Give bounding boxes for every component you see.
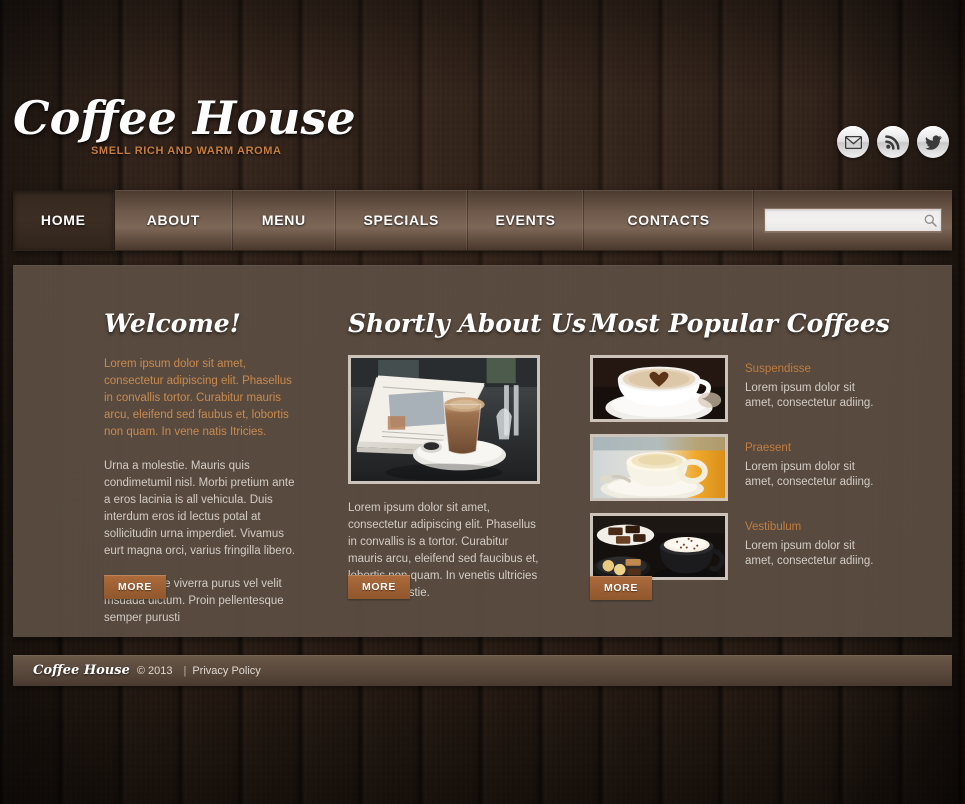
nav-item-about[interactable]: ABOUT (115, 190, 234, 250)
list-item: Vestibulum Lorem ipsum dolor sit amet, c… (590, 513, 890, 580)
main-navigation: HOME ABOUT MENU SPECIALS EVENTS CONTACTS (13, 190, 952, 251)
search-icon[interactable] (922, 212, 938, 228)
coffee-photo-2 (590, 434, 728, 501)
site-header: Coffee House SMELL RICH AND WARM AROMA (0, 0, 965, 190)
list-item: Suspendisse Lorem ipsum dolor sit amet, … (590, 355, 890, 422)
logo-tagline: SMELL RICH AND WARM AROMA (91, 145, 282, 157)
social-links (837, 126, 949, 158)
list-item: Praesent Lorem ipsum dolor sit amet, con… (590, 434, 890, 501)
footer-separator: | (183, 664, 187, 677)
search-box (764, 208, 942, 232)
welcome-intro: Lorem ipsum dolor sit amet, consectetur … (104, 358, 292, 438)
nav-item-events[interactable]: EVENTS (468, 190, 585, 250)
footer-copyright: © 2013 (136, 664, 173, 677)
twitter-icon[interactable] (917, 126, 949, 158)
about-more-button[interactable]: MORE (348, 575, 410, 599)
welcome-heading: Welcome! (104, 309, 241, 338)
site-footer: Coffee House © 2013 | Privacy Policy (13, 655, 952, 686)
coffee-text-3: Vestibulum Lorem ipsum dolor sit amet, c… (745, 513, 875, 580)
search-cell (754, 190, 952, 250)
site-logo[interactable]: Coffee House SMELL RICH AND WARM AROMA (13, 92, 356, 157)
search-input[interactable] (764, 208, 942, 232)
nav-item-menu[interactable]: MENU (233, 190, 336, 250)
about-heading: Shortly About Us (348, 309, 587, 338)
mail-icon[interactable] (837, 126, 869, 158)
nav-item-specials[interactable]: SPECIALS (336, 190, 468, 250)
logo-title: Coffee House (13, 91, 356, 145)
column-coffees: Most Popular Coffees Suspendisse Lorem i… (590, 309, 890, 592)
coffee-photo-3 (590, 513, 728, 580)
coffee-title-1: Suspendisse (745, 363, 811, 375)
column-about: Shortly About Us Lorem ipsum dolor sit a… (348, 309, 587, 602)
welcome-more-button[interactable]: MORE (104, 575, 166, 599)
coffee-photo-1 (590, 355, 728, 422)
page-root: Coffee House SMELL RICH AND WARM AROMA H… (0, 0, 965, 804)
coffees-more-button[interactable]: MORE (590, 576, 652, 600)
footer-logo: Coffee House (33, 663, 130, 678)
about-photo (348, 355, 540, 484)
nav-item-contacts[interactable]: CONTACTS (584, 190, 754, 250)
coffee-title-2: Praesent (745, 442, 792, 454)
coffees-heading: Most Popular Coffees (590, 309, 890, 338)
welcome-paragraph-1: Urna a molestie. Mauris quis condimetumi… (104, 460, 296, 557)
rss-icon[interactable] (877, 126, 909, 158)
content-panel: Welcome! Lorem ipsum dolor sit amet, con… (13, 265, 952, 637)
coffee-text-1: Suspendisse Lorem ipsum dolor sit amet, … (745, 355, 875, 422)
coffee-desc-1: Lorem ipsum dolor sit amet, consectetur … (745, 382, 874, 409)
coffee-title-3: Vestibulum (745, 521, 802, 533)
coffee-text-2: Praesent Lorem ipsum dolor sit amet, con… (745, 434, 875, 501)
coffee-desc-3: Lorem ipsum dolor sit amet, consectetur … (745, 540, 874, 567)
coffee-desc-2: Lorem ipsum dolor sit amet, consectetur … (745, 461, 874, 488)
privacy-policy-link[interactable]: Privacy Policy (192, 665, 260, 677)
nav-item-home[interactable]: HOME (13, 190, 115, 250)
